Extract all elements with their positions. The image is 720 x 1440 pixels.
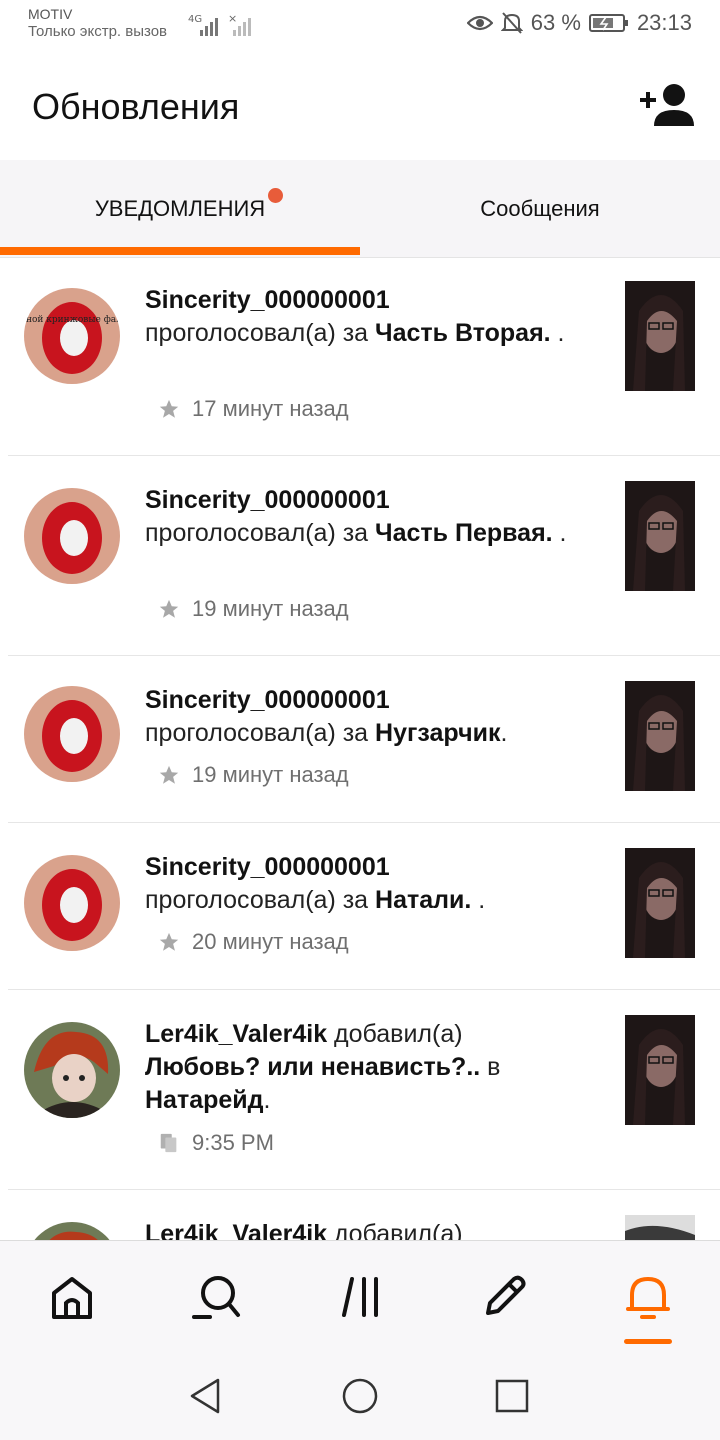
trail-text: . — [500, 719, 508, 747]
action-text: проголосовал(а) за — [145, 719, 369, 747]
story-title: Натали. — [375, 886, 472, 914]
carrier-name: MOTIV — [28, 6, 73, 22]
timestamp: 20 минут назад — [192, 929, 349, 954]
notification-item[interactable]: Sincerity_000000001 проголосовал(а) за Ч… — [8, 456, 720, 656]
action-text: добавил(а) — [334, 1220, 463, 1240]
notifications-icon[interactable] — [622, 1271, 674, 1323]
action-text: проголосовал(а) за — [145, 886, 369, 914]
home-icon[interactable] — [46, 1271, 98, 1323]
notification-text: Sincerity_000000001 проголосовал(а) за Н… — [145, 851, 605, 917]
reading-list-icon — [160, 1133, 177, 1153]
story-title: Нугзарчик — [375, 719, 501, 747]
action-text: проголосовал(а) за — [145, 319, 369, 347]
notification-text: Sincerity_000000001 проголосовал(а) за Ч… — [145, 284, 605, 350]
tab-notifications[interactable]: УВЕДОМЛЕНИЯ — [0, 160, 360, 258]
notification-meta: 19 минут назад — [158, 762, 349, 788]
library-icon[interactable] — [336, 1271, 388, 1323]
battery-percent: 63 % — [530, 10, 581, 35]
star-icon — [159, 932, 179, 951]
signal-icon: 4G × — [188, 12, 258, 43]
user-avatar[interactable] — [24, 686, 120, 782]
tab-notifications-label: УВЕДОМЛЕНИЯ — [94, 196, 266, 221]
notification-item[interactable]: Ler4ik_Valer4ik добавил(а) — [8, 1190, 720, 1240]
username: Sincerity_000000001 — [145, 486, 390, 514]
back-icon[interactable] — [186, 1376, 226, 1416]
action-text: проголосовал(а) за — [145, 519, 369, 547]
trail-text: . — [552, 519, 567, 547]
star-icon — [159, 399, 179, 418]
star-icon — [159, 599, 179, 618]
user-thumbnail[interactable] — [625, 681, 695, 791]
notification-meta: 19 минут назад — [158, 596, 349, 622]
bottom-nav — [0, 1240, 720, 1350]
add-person-icon[interactable] — [640, 82, 696, 128]
trail-text: . — [263, 1086, 271, 1114]
user-avatar[interactable]: почитаешь со мной кринжовые фанфики по р… — [24, 288, 120, 384]
notification-meta: 17 минут назад — [158, 396, 349, 422]
status-right: 63 % 23:13 — [466, 10, 692, 36]
nav-active-indicator — [624, 1339, 672, 1344]
tab-messages-label: Сообщения — [480, 196, 600, 221]
timestamp: 19 минут назад — [192, 762, 349, 787]
home-circle-icon[interactable] — [340, 1376, 380, 1416]
timestamp: 17 минут назад — [192, 396, 349, 421]
system-nav — [0, 1350, 720, 1440]
action-text: добавил(а) — [334, 1020, 463, 1048]
user-thumbnail[interactable] — [625, 1215, 695, 1240]
star-icon — [159, 765, 179, 784]
network-label: 4G — [188, 14, 202, 25]
user-thumbnail[interactable] — [625, 281, 695, 391]
username: Sincerity_000000001 — [145, 286, 390, 314]
unread-dot — [268, 188, 283, 203]
eye-icon — [466, 13, 493, 33]
carrier-sub: Только экстр. вызов — [28, 23, 168, 40]
mute-bell-icon — [500, 11, 523, 35]
username: Ler4ik_Valer4ik — [145, 1020, 328, 1048]
trail-text: . — [550, 319, 565, 347]
story-title: Часть Первая. — [375, 519, 553, 547]
username: Sincerity_000000001 — [145, 686, 390, 714]
notification-item[interactable]: Sincerity_000000001 проголосовал(а) за Н… — [8, 656, 720, 823]
reading-list-title: Натарейд — [145, 1086, 264, 1114]
middle-text: в — [487, 1053, 501, 1081]
notification-meta: 20 минут назад — [158, 929, 349, 955]
search-icon[interactable] — [190, 1271, 242, 1323]
timestamp: 9:35 PM — [192, 1130, 274, 1155]
username: Sincerity_000000001 — [145, 853, 390, 881]
notification-text: Sincerity_000000001 проголосовал(а) за Н… — [145, 684, 605, 750]
battery-icon — [588, 13, 629, 33]
story-title: Любовь? или ненависть?.. — [145, 1053, 481, 1081]
tab-messages[interactable]: Сообщения — [360, 160, 720, 258]
recents-icon[interactable] — [492, 1376, 532, 1416]
story-title: Часть Вторая. — [375, 319, 551, 347]
user-avatar[interactable] — [24, 488, 120, 584]
user-thumbnail[interactable] — [625, 1015, 695, 1125]
notification-meta: 9:35 PM — [158, 1130, 274, 1156]
active-tab-indicator — [0, 247, 360, 255]
timestamp: 19 минут назад — [192, 596, 349, 621]
notification-item[interactable]: Sincerity_000000001 проголосовал(а) за Н… — [8, 823, 720, 990]
avatar-caption: почитаешь со мной кринжовые фанфики по р… — [24, 315, 120, 325]
user-avatar[interactable] — [24, 1022, 120, 1118]
user-thumbnail[interactable] — [625, 481, 695, 591]
status-bar: MOTIV Только экстр. вызов 4G × 63 % 23:1… — [0, 0, 720, 52]
page-title: Обновления — [32, 86, 240, 127]
trail-text: . — [471, 886, 486, 914]
clock: 23:13 — [636, 10, 692, 35]
notification-text: Ler4ik_Valer4ik добавил(а) — [145, 1218, 605, 1240]
notification-text: Sincerity_000000001 проголосовал(а) за Ч… — [145, 484, 605, 550]
username: Ler4ik_Valer4ik — [145, 1220, 328, 1240]
tab-bar: УВЕДОМЛЕНИЯ Сообщения — [0, 160, 720, 258]
notification-item[interactable]: почитаешь со мной кринжовые фанфики по р… — [8, 258, 720, 456]
user-avatar[interactable] — [24, 855, 120, 951]
carrier-info: MOTIV Только экстр. вызов — [28, 6, 167, 40]
svg-text:×: × — [228, 12, 237, 25]
notification-text: Ler4ik_Valer4ik добавил(а) Любовь? или н… — [145, 1018, 605, 1117]
notification-item[interactable]: Ler4ik_Valer4ik добавил(а) Любовь? или н… — [8, 990, 720, 1190]
user-thumbnail[interactable] — [625, 848, 695, 958]
notification-list: почитаешь со мной кринжовые фанфики по р… — [0, 258, 720, 1240]
write-icon[interactable] — [478, 1271, 530, 1323]
app-bar: Обновления — [0, 52, 720, 160]
user-avatar[interactable] — [24, 1222, 120, 1240]
